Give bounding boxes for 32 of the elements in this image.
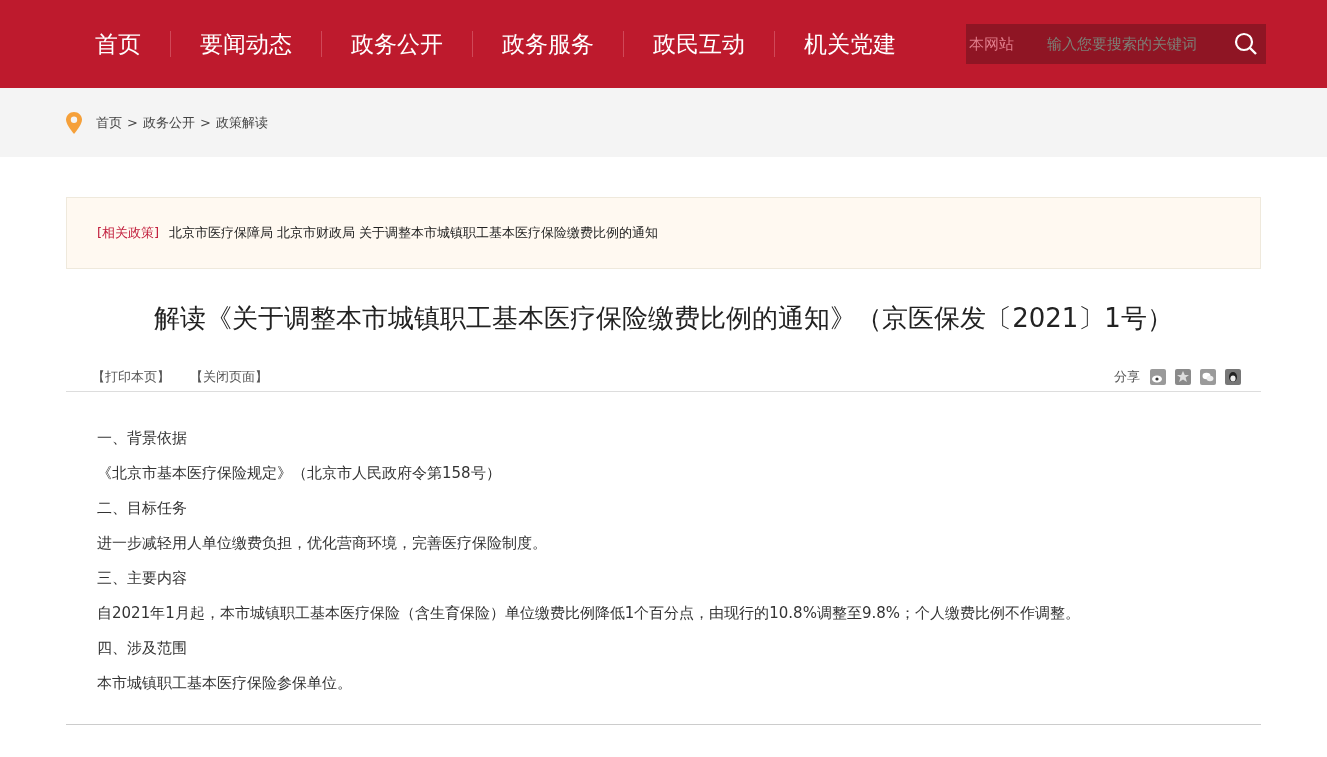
- article-paragraph: 自2021年1月起，本市城镇职工基本医疗保险（含生育保险）单位缴费比例降低1个百分点，由现行的10.8%调整至9.8%；个人缴费比例不作调整。: [97, 603, 1082, 624]
- location-pin-icon: [66, 111, 82, 134]
- share-label: 分享: [1114, 367, 1140, 386]
- nav-link[interactable]: 政务服务: [473, 26, 623, 62]
- nav-link[interactable]: 首页: [66, 26, 170, 62]
- breadcrumb-separator: >: [199, 113, 211, 132]
- star-icon[interactable]: [1175, 368, 1191, 385]
- nav-link[interactable]: 政民互动: [624, 26, 774, 62]
- search-button[interactable]: [1226, 24, 1266, 64]
- article-paragraph: 四、涉及范围: [97, 638, 188, 659]
- page-action-link[interactable]: 【关闭页面】: [190, 366, 268, 387]
- page-action-link[interactable]: 【打印本页】: [92, 366, 170, 387]
- search-scope[interactable]: 本网站: [966, 24, 1047, 64]
- penguin-icon[interactable]: [1225, 368, 1241, 385]
- related-policy-link[interactable]: 北京市医疗保障局 北京市财政局 关于调整本市城镇职工基本医疗保险缴费比例的通知: [169, 223, 659, 243]
- article-paragraph: 二、目标任务: [97, 498, 188, 519]
- nav-link[interactable]: 政务公开: [322, 26, 472, 62]
- article-paragraph: 三、主要内容: [97, 568, 188, 589]
- nav-link[interactable]: 要闻动态: [171, 26, 321, 62]
- breadcrumb-link[interactable]: 政务公开: [142, 112, 195, 133]
- related-policy-tag: [相关政策]: [97, 223, 160, 243]
- breadcrumb-link[interactable]: 政策解读: [215, 112, 268, 133]
- article-title: 解读《关于调整本市城镇职工基本医疗保险缴费比例的通知》（京医保发〔2021〕1号）: [153, 302, 1174, 335]
- search-icon: [1233, 31, 1259, 57]
- article-paragraph: 本市城镇职工基本医疗保险参保单位。: [97, 673, 353, 694]
- article-paragraph: 《北京市基本医疗保险规定》（北京市人民政府令第158号）: [97, 463, 502, 484]
- article-paragraph: 一、背景依据: [97, 428, 188, 449]
- search-field[interactable]: 输入您要搜索的关键词: [1047, 24, 1226, 64]
- article-paragraph: 进一步减轻用人单位缴费负担，优化营商环境，完善医疗保险制度。: [97, 533, 548, 554]
- breadcrumb-separator: >: [127, 113, 138, 132]
- nav-link[interactable]: 机关党建: [775, 26, 925, 62]
- breadcrumb-link[interactable]: 首页: [96, 112, 122, 133]
